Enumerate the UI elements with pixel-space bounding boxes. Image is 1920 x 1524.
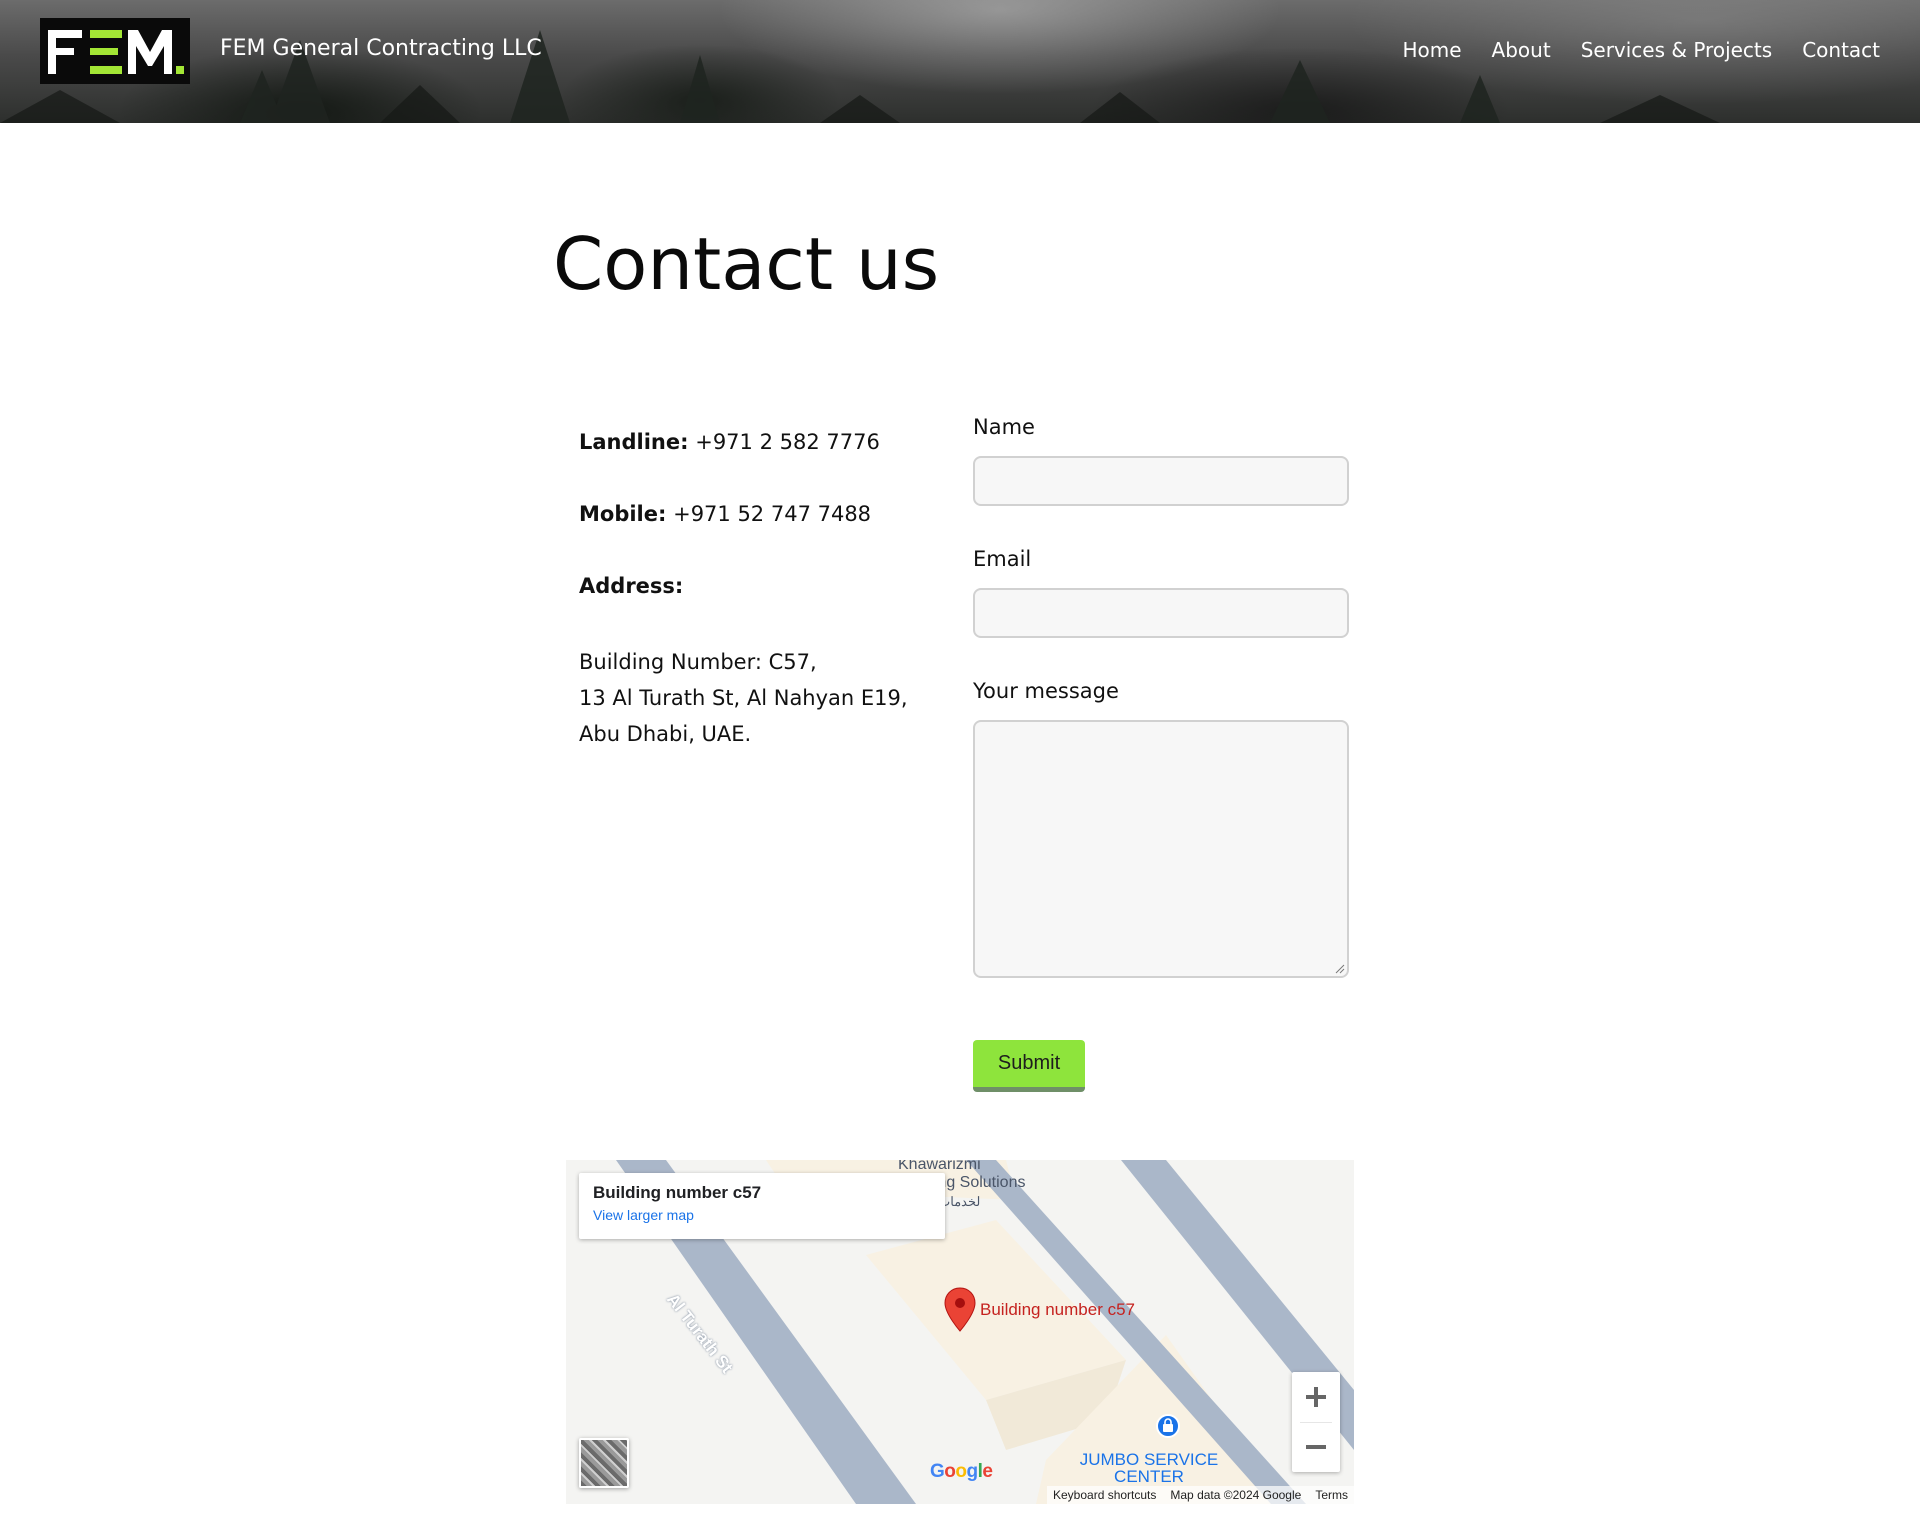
shopping-bag-icon[interactable] [1156, 1414, 1180, 1442]
plus-icon [1306, 1387, 1326, 1407]
brand-name[interactable]: FEM General Contracting LLC [220, 36, 542, 61]
name-label: Name [973, 415, 1035, 439]
address-row: Address: [579, 572, 939, 608]
mobile-label: Mobile: [579, 502, 667, 526]
map-info-card: Building number c57 View larger map [579, 1173, 945, 1239]
landline-value: +971 2 582 7776 [695, 430, 880, 454]
message-field-wrap [973, 720, 1349, 978]
zoom-out-button[interactable] [1292, 1422, 1340, 1472]
email-field[interactable] [973, 588, 1349, 638]
fem-logo-icon [48, 30, 184, 74]
submit-button[interactable]: Submit [973, 1040, 1085, 1092]
map-data-attribution: Map data ©2024 Google [1170, 1488, 1302, 1502]
zoom-in-button[interactable] [1292, 1372, 1340, 1422]
mobile-row: Mobile: +971 52 747 7488 [579, 500, 939, 536]
terms-link[interactable]: Terms [1315, 1488, 1348, 1502]
mobile-value: +971 52 747 7488 [673, 502, 872, 526]
nav-item-services-projects[interactable]: Services & Projects [1581, 38, 1773, 62]
message-label: Your message [973, 679, 1119, 703]
keyboard-shortcuts-link[interactable]: Keyboard shortcuts [1053, 1488, 1156, 1502]
resize-grip-icon[interactable] [1333, 962, 1345, 974]
contact-form: Name Email Your message [973, 412, 1349, 978]
address-label: Address: [579, 574, 684, 598]
map-pin-label[interactable]: Building number c57 [980, 1300, 1135, 1320]
map-embed[interactable]: Khawarizmi Training Solutions لخدمات Al … [566, 1160, 1354, 1504]
nav-item-home[interactable]: Home [1402, 38, 1461, 62]
minus-icon [1306, 1445, 1326, 1449]
map-poi-label[interactable]: CENTER [1074, 1467, 1224, 1487]
contact-info: Landline: +971 2 582 7776 Mobile: +971 5… [579, 428, 939, 752]
map-pin-icon[interactable] [944, 1287, 976, 1333]
message-field[interactable] [973, 720, 1349, 978]
satellite-toggle-button[interactable] [579, 1438, 629, 1488]
name-field[interactable] [973, 456, 1349, 506]
nav-item-about[interactable]: About [1492, 38, 1551, 62]
site-header: FEM General Contracting LLC Home About S… [0, 0, 1920, 123]
main-nav: Home About Services & Projects Contact [1402, 38, 1880, 62]
google-logo: Google [930, 1461, 993, 1482]
brand-logo[interactable] [40, 18, 190, 84]
nav-item-contact[interactable]: Contact [1802, 38, 1880, 62]
address-line: 13 Al Turath St, Al Nahyan E19, [579, 686, 908, 710]
address-line: Abu Dhabi, UAE. [579, 722, 752, 746]
map-card-title: Building number c57 [593, 1183, 762, 1202]
landline-row: Landline: +971 2 582 7776 [579, 428, 939, 464]
page-title: Contact us [553, 222, 940, 306]
map-zoom-control [1292, 1372, 1340, 1472]
landline-label: Landline: [579, 430, 689, 454]
map-poi-label[interactable]: Khawarizmi [898, 1160, 981, 1174]
view-larger-map-link[interactable]: View larger map [593, 1207, 931, 1223]
address-line: Building Number: C57, [579, 650, 817, 674]
map-footer: Keyboard shortcuts Map data ©2024 Google… [1047, 1486, 1354, 1504]
email-label: Email [973, 547, 1032, 571]
